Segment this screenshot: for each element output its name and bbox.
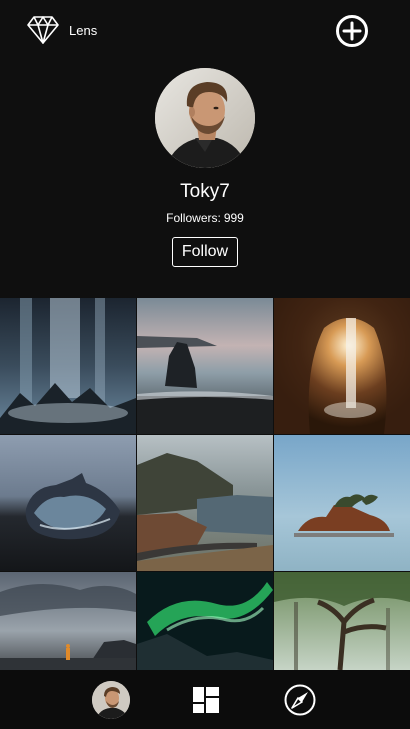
bottom-navigation <box>0 670 410 729</box>
diamond-icon <box>27 16 59 44</box>
top-bar: Lens <box>0 0 410 62</box>
photo-grid <box>0 298 410 670</box>
app-name: Lens <box>69 22 98 38</box>
photo-tile-aurora[interactable] <box>137 572 273 670</box>
username: Toky7 <box>180 181 230 202</box>
followers-number: 999 <box>223 211 244 225</box>
nav-profile-avatar[interactable] <box>92 681 130 719</box>
photo-tile-cave-waterfall[interactable] <box>274 298 410 434</box>
photo-tile-misty-forest[interactable] <box>274 572 410 670</box>
profile-avatar <box>155 68 255 168</box>
nav-grid-button[interactable] <box>187 681 225 719</box>
compass-icon <box>284 684 316 716</box>
photo-tile-islet[interactable] <box>274 435 410 571</box>
photo-tile-ice-block[interactable] <box>0 435 136 571</box>
photo-tile-coastal-road[interactable] <box>137 435 273 571</box>
plus-circle-icon <box>336 15 368 47</box>
photo-tile-rocky-shore[interactable] <box>0 572 136 670</box>
add-post-button[interactable] <box>335 14 369 48</box>
followers-label: Followers: <box>166 211 221 225</box>
followers-count: Followers: 999 <box>0 211 410 226</box>
app-logo[interactable]: Lens <box>27 15 97 45</box>
profile-header: Toky7 Followers: 999 Follow <box>0 68 410 267</box>
nav-explore-button[interactable] <box>281 681 319 719</box>
avatar-icon <box>92 681 130 719</box>
photo-tile-waterfall[interactable] <box>0 298 136 434</box>
grid-icon <box>193 687 219 713</box>
follow-button[interactable]: Follow <box>171 237 239 267</box>
photo-tile-sea-stack[interactable] <box>137 298 273 434</box>
